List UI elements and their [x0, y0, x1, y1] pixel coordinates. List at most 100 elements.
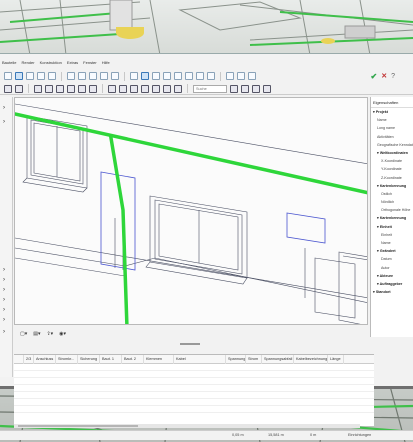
- menu-render[interactable]: Render: [21, 60, 34, 68]
- pipe-tool-icon[interactable]: [196, 72, 204, 80]
- socket-tool-icon[interactable]: [152, 72, 160, 80]
- property-row[interactable]: Orthogonale Höhe: [371, 206, 413, 214]
- menu-konstruktion[interactable]: Konstruktion: [40, 60, 62, 68]
- column-header[interactable]: Kabel: [174, 354, 226, 364]
- layer-tool-icon[interactable]: [130, 72, 138, 80]
- chevron-right-icon[interactable]: ›: [3, 307, 5, 313]
- export-icon[interactable]: [263, 84, 271, 93]
- view-plan-icon[interactable]: [237, 72, 245, 80]
- 3d-viewport[interactable]: [14, 97, 368, 325]
- menu-hilfe[interactable]: Hilfe: [102, 60, 110, 68]
- menu-extras[interactable]: Extras: [67, 60, 78, 68]
- column-header[interactable]: Spannung: [226, 354, 246, 364]
- property-row[interactable]: Einheit: [371, 231, 413, 239]
- close-icon[interactable]: ✕: [381, 72, 387, 80]
- stair-tool-icon[interactable]: [111, 72, 119, 80]
- check-icon[interactable]: ✔: [371, 72, 378, 81]
- property-row[interactable]: ▾ Akteure: [371, 272, 413, 280]
- column-header[interactable]: Baut. 2: [122, 354, 144, 364]
- cable-tool-icon[interactable]: [141, 72, 149, 80]
- new-row-icon[interactable]: ▢▾: [20, 331, 27, 337]
- filter-icon[interactable]: [108, 84, 116, 93]
- undo-icon[interactable]: [4, 84, 12, 93]
- property-row[interactable]: ▾ Projekt: [371, 108, 413, 116]
- property-row[interactable]: Name: [371, 239, 413, 247]
- property-row[interactable]: X-Koordinate: [371, 157, 413, 165]
- column-header[interactable]: [14, 354, 24, 364]
- search-input[interactable]: Suche: [193, 84, 227, 93]
- column-header[interactable]: Sicherung: [78, 354, 100, 364]
- settings-icon[interactable]: [241, 84, 249, 93]
- chevron-right-icon[interactable]: ›: [3, 267, 5, 273]
- menu-bauteile[interactable]: Bauteile: [2, 60, 16, 68]
- property-row[interactable]: ▾ Standort: [371, 288, 413, 296]
- column-header[interactable]: Stromkr...: [56, 354, 78, 364]
- distribution-tool-icon[interactable]: [185, 72, 193, 80]
- section-icon[interactable]: [141, 84, 149, 93]
- column-header[interactable]: Anschluss: [34, 354, 56, 364]
- door-tool-icon[interactable]: [89, 72, 97, 80]
- list-icon[interactable]: [252, 84, 260, 93]
- property-row[interactable]: Name: [371, 116, 413, 124]
- property-row[interactable]: ▾ Geändert: [371, 247, 413, 255]
- property-row[interactable]: Nördlich: [371, 198, 413, 206]
- render-icon[interactable]: [248, 72, 256, 80]
- view-3d-icon[interactable]: [226, 72, 234, 80]
- angle-icon[interactable]: [67, 84, 75, 93]
- table-row[interactable]: [14, 364, 374, 371]
- property-row[interactable]: Geografische Kenndaten: [371, 141, 413, 149]
- column-header[interactable]: Kabelbezeichnung: [294, 354, 328, 364]
- visibility-icon[interactable]: ◉▾: [59, 331, 66, 337]
- column-header[interactable]: Baut. 1: [100, 354, 122, 364]
- rotate-tool-icon[interactable]: [37, 72, 45, 80]
- chevron-right-icon[interactable]: ›: [3, 287, 5, 293]
- print-icon[interactable]: [174, 84, 182, 93]
- wall-tool-icon[interactable]: [67, 72, 75, 80]
- measure-tool-icon[interactable]: [207, 72, 215, 80]
- menu-fenster[interactable]: Fenster: [83, 60, 97, 68]
- switch-tool-icon[interactable]: [163, 72, 171, 80]
- property-row[interactable]: Aktivitäten: [371, 133, 413, 141]
- column-header[interactable]: 2/3: [24, 354, 34, 364]
- property-row[interactable]: ▾ Weltkoordinaten: [371, 149, 413, 157]
- roof-tool-icon[interactable]: [100, 72, 108, 80]
- search-icon[interactable]: [230, 84, 238, 93]
- horizontal-scrollbar[interactable]: [14, 424, 360, 428]
- property-row[interactable]: Datum: [371, 255, 413, 263]
- redo-icon[interactable]: [15, 84, 23, 93]
- isolate-icon[interactable]: [130, 84, 138, 93]
- table-row[interactable]: [14, 406, 374, 413]
- property-row[interactable]: ▾ Kartenkennung: [371, 182, 413, 190]
- text-icon[interactable]: [89, 84, 97, 93]
- wire-icon[interactable]: [163, 84, 171, 93]
- property-row[interactable]: Long name: [371, 124, 413, 132]
- light-tool-icon[interactable]: [174, 72, 182, 80]
- table-row[interactable]: [14, 371, 374, 378]
- ortho-icon[interactable]: [56, 84, 64, 93]
- table-row[interactable]: [14, 378, 374, 385]
- select-tool-icon[interactable]: [15, 72, 23, 80]
- panel-resize-grip[interactable]: [180, 343, 200, 345]
- table-row[interactable]: [14, 392, 374, 399]
- table-row[interactable]: [14, 385, 374, 392]
- property-row[interactable]: Autor: [371, 264, 413, 272]
- export-icon[interactable]: ⇪▾: [46, 331, 53, 337]
- zoom-icon[interactable]: [4, 72, 12, 80]
- chevron-right-icon[interactable]: ›: [3, 105, 5, 111]
- chevron-right-icon[interactable]: ›: [3, 297, 5, 303]
- question-icon[interactable]: ?: [391, 73, 395, 80]
- property-row[interactable]: ▾ Auftraggeber: [371, 280, 413, 288]
- column-header[interactable]: Strom: [246, 354, 262, 364]
- move-tool-icon[interactable]: [26, 72, 34, 80]
- column-header[interactable]: Spannungsabfall: [262, 354, 294, 364]
- property-row[interactable]: Y-Koordinate: [371, 165, 413, 173]
- property-row[interactable]: Ostlich: [371, 190, 413, 198]
- snap-icon[interactable]: [34, 84, 42, 93]
- chevron-right-icon[interactable]: ›: [3, 119, 5, 125]
- table-row[interactable]: [14, 399, 374, 406]
- color-icon[interactable]: [152, 84, 160, 93]
- property-row[interactable]: ▾ Kartenkennung: [371, 214, 413, 222]
- dimension-icon[interactable]: [78, 84, 86, 93]
- column-header[interactable]: Klemmen: [144, 354, 174, 364]
- grid-icon[interactable]: [45, 84, 53, 93]
